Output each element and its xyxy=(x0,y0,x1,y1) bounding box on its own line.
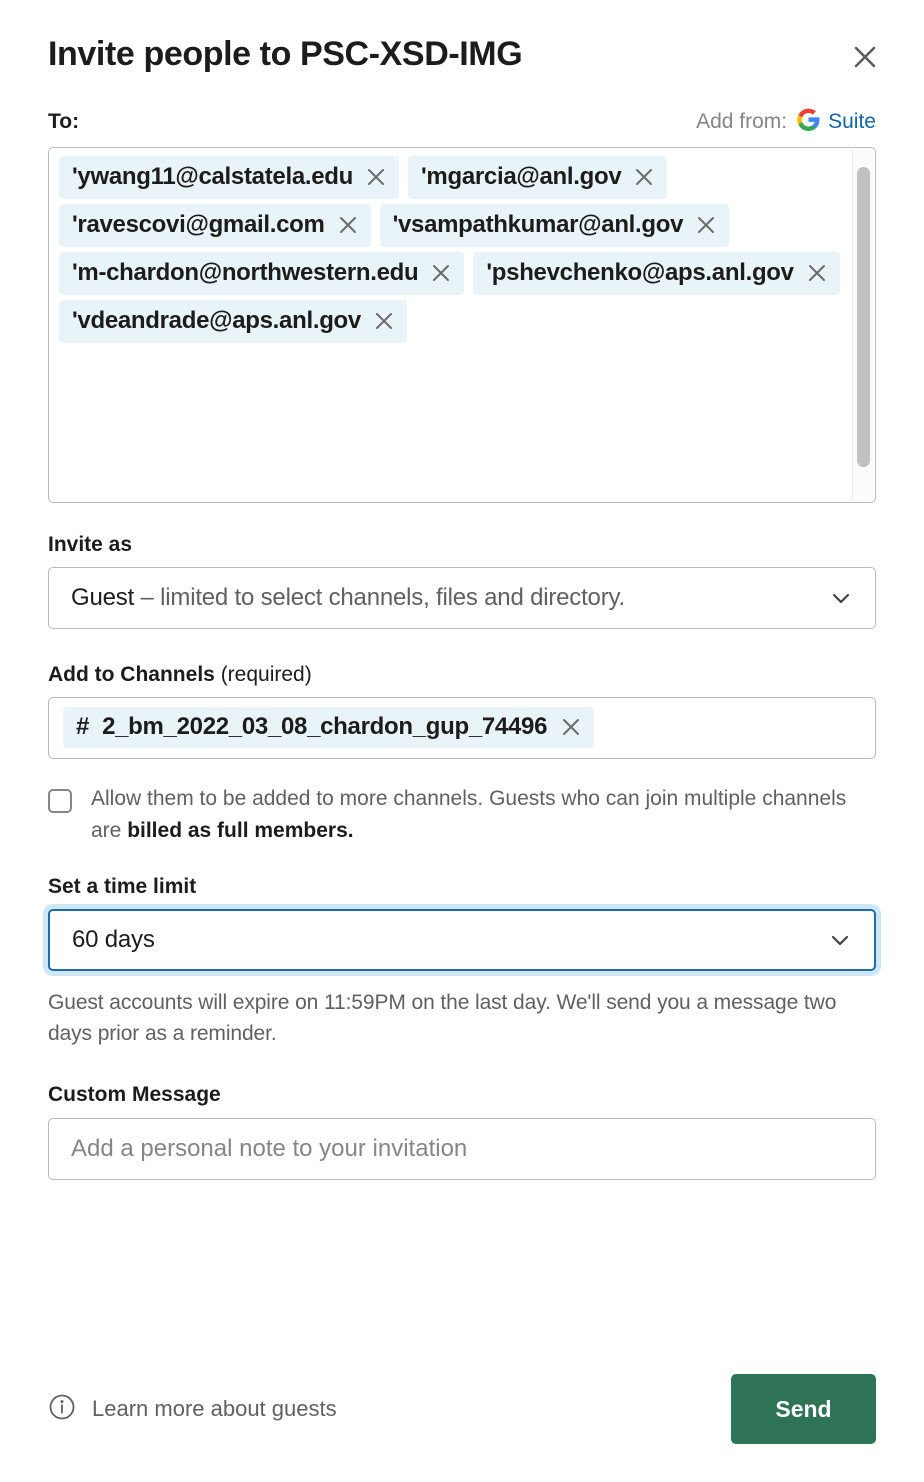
to-label: To: xyxy=(48,109,80,133)
allow-more-channels-label: Allow them to be added to more channels.… xyxy=(91,783,851,847)
google-suite-link[interactable]: Suite xyxy=(796,107,876,137)
remove-recipient-icon[interactable] xyxy=(337,214,359,236)
recipients-scrollbar-thumb[interactable] xyxy=(857,166,870,467)
channels-label-main: Add to Channels xyxy=(48,662,215,686)
learn-more-label: Learn more about guests xyxy=(92,1396,337,1421)
invite-as-description: – limited to select channels, files and … xyxy=(140,583,626,611)
modal-header: Invite people to PSC-XSD-IMG xyxy=(48,0,876,75)
allow-more-channels-row[interactable]: Allow them to be added to more channels.… xyxy=(48,783,876,847)
recipient-email: 'ywang11@calstatela.edu xyxy=(72,162,354,190)
add-from-label: Add from: xyxy=(696,109,788,133)
custom-message-section: Custom Message xyxy=(48,1083,876,1180)
billed-as-full-members-text: billed as full members. xyxy=(127,818,354,842)
modal-footer: Learn more about guests Send xyxy=(48,1374,876,1444)
invite-as-role: Guest xyxy=(71,583,135,611)
remove-recipient-icon[interactable] xyxy=(633,166,655,188)
invite-as-select[interactable]: Guest – limited to select channels, file… xyxy=(48,566,876,629)
recipient-chip[interactable]: 'vdeandrade@aps.anl.gov xyxy=(59,299,407,343)
info-circle-icon xyxy=(48,1393,76,1426)
send-button[interactable]: Send xyxy=(731,1374,876,1444)
close-icon xyxy=(852,44,878,70)
recipients-field[interactable]: 'ywang11@calstatela.edu 'mgarcia@anl.gov… xyxy=(48,146,876,503)
time-limit-section: Set a time limit 60 days Guest accounts … xyxy=(48,875,876,1049)
google-g-icon xyxy=(796,107,821,137)
recipient-email: 'pshevchenko@aps.anl.gov xyxy=(486,258,794,286)
allow-more-channels-checkbox[interactable] xyxy=(48,788,72,813)
channels-field[interactable]: # 2_bm_2022_03_08_chardon_gup_74496 xyxy=(48,696,876,759)
remove-recipient-icon[interactable] xyxy=(806,262,828,284)
channel-name: 2_bm_2022_03_08_chardon_gup_74496 xyxy=(102,713,548,741)
remove-recipient-icon[interactable] xyxy=(695,214,717,236)
recipient-chip[interactable]: 'ravescovi@gmail.com xyxy=(59,203,371,247)
time-limit-value: 60 days xyxy=(72,925,155,953)
remove-channel-icon[interactable] xyxy=(560,716,582,738)
invite-people-modal: Invite people to PSC-XSD-IMG To: Add fro… xyxy=(0,0,924,1482)
time-limit-select[interactable]: 60 days xyxy=(48,908,876,971)
recipient-chip[interactable]: 'vsampathkumar@anl.gov xyxy=(379,203,730,247)
recipient-email: 'ravescovi@gmail.com xyxy=(72,210,325,238)
time-limit-helper-text: Guest accounts will expire on 11:59PM on… xyxy=(48,990,837,1045)
recipient-email: 'vsampathkumar@anl.gov xyxy=(392,210,684,238)
recipient-email: 'vdeandrade@aps.anl.gov xyxy=(72,306,361,334)
invite-as-label: Invite as xyxy=(48,532,133,556)
time-limit-label: Set a time limit xyxy=(48,874,197,898)
recipient-chip-list: 'ywang11@calstatela.edu 'mgarcia@anl.gov… xyxy=(59,155,845,343)
hash-icon: # xyxy=(76,713,90,741)
recipient-chip[interactable]: 'pshevchenko@aps.anl.gov xyxy=(473,251,840,295)
invite-as-section: Invite as Guest – limited to select chan… xyxy=(48,533,876,629)
add-from-group: Add from: Suite xyxy=(696,107,876,137)
recipient-email: 'mgarcia@anl.gov xyxy=(421,162,622,190)
remove-recipient-icon[interactable] xyxy=(365,166,387,188)
to-row: To: Add from: Suite xyxy=(48,107,876,137)
custom-message-label: Custom Message xyxy=(48,1082,221,1106)
recipient-chip[interactable]: 'mgarcia@anl.gov xyxy=(408,155,668,199)
remove-recipient-icon[interactable] xyxy=(430,262,452,284)
learn-more-link[interactable]: Learn more about guests xyxy=(48,1393,337,1426)
custom-message-input[interactable] xyxy=(48,1117,876,1180)
recipient-chip[interactable]: 'm-chardon@northwestern.edu xyxy=(59,251,465,295)
recipients-scrollbar[interactable] xyxy=(852,148,874,501)
recipient-chip[interactable]: 'ywang11@calstatela.edu xyxy=(59,155,400,199)
recipient-email: 'm-chardon@northwestern.edu xyxy=(72,258,419,286)
channels-section: Add to Channels (required) # 2_bm_2022_0… xyxy=(48,663,876,847)
chevron-down-icon xyxy=(829,586,853,610)
page-title: Invite people to PSC-XSD-IMG xyxy=(48,35,523,73)
chevron-down-icon xyxy=(828,928,852,952)
invite-as-value: Guest – limited to select channels, file… xyxy=(71,584,625,612)
channels-label-required: (required) xyxy=(220,662,312,686)
close-button[interactable] xyxy=(848,40,882,74)
channels-label: Add to Channels (required) xyxy=(48,663,876,687)
google-suite-label: Suite xyxy=(828,109,876,133)
channel-chip[interactable]: # 2_bm_2022_03_08_chardon_gup_74496 xyxy=(63,707,595,749)
remove-recipient-icon[interactable] xyxy=(373,310,395,332)
